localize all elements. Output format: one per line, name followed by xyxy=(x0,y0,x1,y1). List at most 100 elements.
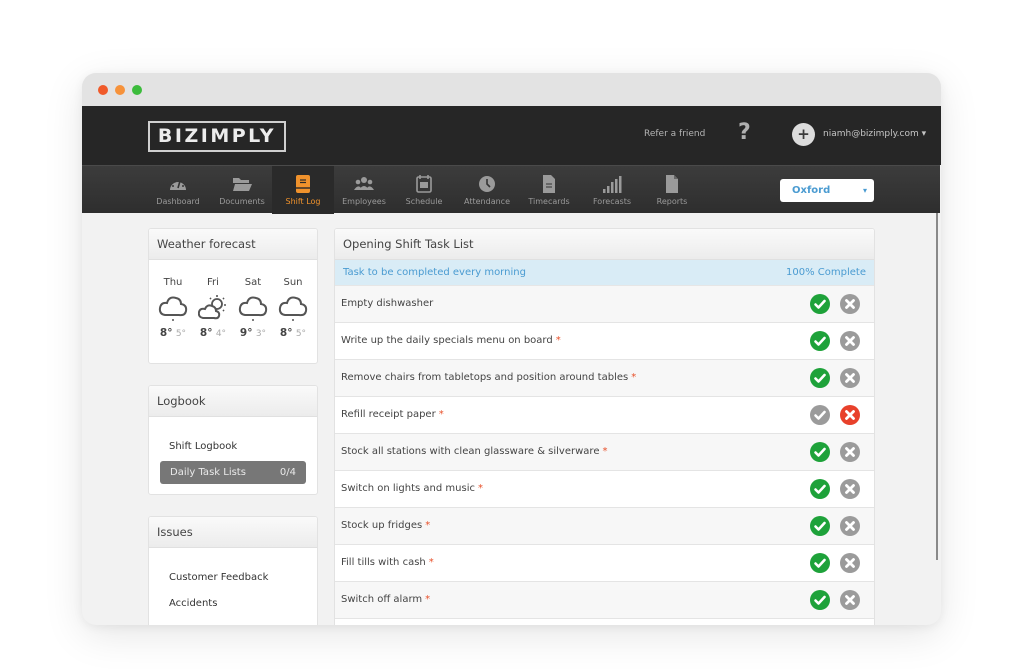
bizimply-logo[interactable]: BIZIMPLY xyxy=(148,121,286,152)
check-circle-icon xyxy=(810,590,830,610)
nav-item-dashboard[interactable]: Dashboard xyxy=(148,166,208,214)
check-circle-icon xyxy=(810,442,830,462)
mark-not-done-button[interactable] xyxy=(840,442,860,462)
task-rows: Empty dishwasher Write up the daily speci… xyxy=(335,286,874,619)
help-icon[interactable]: ? xyxy=(738,120,751,145)
refer-a-friend-link[interactable]: Refer a friend xyxy=(644,129,705,139)
logbook-icon xyxy=(296,175,310,193)
cloud-icon xyxy=(278,296,308,321)
mark-not-done-button[interactable] xyxy=(840,331,860,351)
avatar[interactable]: + xyxy=(792,123,815,146)
mark-not-done-button[interactable] xyxy=(840,590,860,610)
mark-not-done-button[interactable] xyxy=(840,368,860,388)
gauge-icon xyxy=(170,180,186,190)
x-circle-icon xyxy=(840,442,860,462)
required-marker: * xyxy=(477,483,483,494)
daily-task-lists-link[interactable]: Daily Task Lists 0/4 xyxy=(160,461,306,484)
weather-day: Thu 8° 5° xyxy=(154,277,192,339)
mark-done-button[interactable] xyxy=(810,294,830,314)
check-circle-icon xyxy=(810,331,830,351)
location-select[interactable]: Oxford ▾ xyxy=(780,179,874,202)
x-circle-icon xyxy=(840,553,860,573)
task-label: Stock all stations with clean glassware … xyxy=(341,446,600,457)
mark-done-button[interactable] xyxy=(810,516,830,536)
day-name: Sun xyxy=(283,277,303,288)
check-circle-icon xyxy=(810,294,830,314)
nav-item-documents[interactable]: Documents xyxy=(212,166,272,214)
location-value: Oxford xyxy=(792,185,831,196)
task-row: Refill receipt paper * xyxy=(335,397,874,434)
task-label: Stock up fridges xyxy=(341,520,423,531)
maximize-window-button[interactable] xyxy=(132,85,142,95)
task-row: Switch on lights and music * xyxy=(335,471,874,508)
mark-done-button[interactable] xyxy=(810,553,830,573)
task-list-panel: Opening Shift Task List Task to be compl… xyxy=(334,228,875,625)
task-row: Write up the daily specials menu on boar… xyxy=(335,323,874,360)
user-menu[interactable]: niamh@bizimply.com ▾ xyxy=(823,129,926,139)
daily-task-lists-label: Daily Task Lists xyxy=(170,467,246,478)
shift-logbook-link[interactable]: Shift Logbook xyxy=(169,441,237,452)
check-circle-icon xyxy=(810,553,830,573)
minimize-window-button[interactable] xyxy=(115,85,125,95)
scrollbar[interactable] xyxy=(936,213,938,560)
task-label: Switch on lights and music xyxy=(341,483,475,494)
task-row: Fill tills with cash * xyxy=(335,545,874,582)
mark-done-button[interactable] xyxy=(810,405,830,425)
nav-item-reports[interactable]: Reports xyxy=(644,166,700,214)
issues-panel: Issues Customer Feedback Accidents xyxy=(148,516,318,625)
weather-day: Sun 8° 5° xyxy=(274,277,312,339)
temp-low: 4° xyxy=(215,329,227,339)
mark-not-done-button[interactable] xyxy=(840,553,860,573)
mark-not-done-button[interactable] xyxy=(840,479,860,499)
check-circle-icon xyxy=(810,516,830,536)
nav-item-forecasts[interactable]: Forecasts xyxy=(582,166,642,214)
mark-not-done-button[interactable] xyxy=(840,516,860,536)
cloud-icon xyxy=(158,296,188,321)
weather-panel: Weather forecast Thu 8° 5° Fri 8° 4° Sat… xyxy=(148,228,318,364)
x-circle-icon xyxy=(840,405,860,425)
mark-not-done-button[interactable] xyxy=(840,405,860,425)
chevron-down-icon: ▾ xyxy=(862,186,867,195)
temp-high: 8° xyxy=(279,327,293,339)
logbook-title: Logbook xyxy=(149,386,317,417)
nav-item-employees[interactable]: Employees xyxy=(334,166,394,214)
mark-done-button[interactable] xyxy=(810,590,830,610)
task-row: Remove chairs from tabletops and positio… xyxy=(335,360,874,397)
task-label: Fill tills with cash xyxy=(341,557,426,568)
task-row: Switch off alarm * xyxy=(335,582,874,619)
nav-label: Documents xyxy=(219,197,265,206)
completion-status: 100% Complete xyxy=(786,267,866,278)
task-label: Empty dishwasher xyxy=(341,298,434,309)
check-circle-icon xyxy=(810,405,830,425)
task-row: Empty dishwasher xyxy=(335,286,874,323)
document-icon xyxy=(666,175,678,193)
temp-high: 8° xyxy=(199,327,213,339)
window-titlebar xyxy=(82,73,941,106)
clock-icon xyxy=(479,176,495,192)
mark-done-button[interactable] xyxy=(810,368,830,388)
task-label: Remove chairs from tabletops and positio… xyxy=(341,372,629,383)
task-label: Write up the daily specials menu on boar… xyxy=(341,335,553,346)
check-circle-icon xyxy=(810,368,830,388)
close-window-button[interactable] xyxy=(98,85,108,95)
nav-item-attendance[interactable]: Attendance xyxy=(456,166,518,214)
mark-done-button[interactable] xyxy=(810,331,830,351)
nav-item-shift-log[interactable]: Shift Log xyxy=(272,166,334,214)
customer-feedback-link[interactable]: Customer Feedback xyxy=(169,572,268,583)
mark-not-done-button[interactable] xyxy=(840,294,860,314)
weather-day: Fri 8° 4° xyxy=(194,277,232,339)
required-marker: * xyxy=(438,409,444,420)
browser-window: BIZIMPLY Refer a friend ? + niamh@bizimp… xyxy=(82,73,941,625)
mark-done-button[interactable] xyxy=(810,479,830,499)
nav-label: Attendance xyxy=(464,197,510,206)
weather-title: Weather forecast xyxy=(149,229,317,260)
x-circle-icon xyxy=(840,590,860,610)
task-list-banner: Task to be completed every morning 100% … xyxy=(335,260,874,286)
nav-item-timecards[interactable]: Timecards xyxy=(520,166,578,214)
accidents-link[interactable]: Accidents xyxy=(169,598,217,609)
day-name: Fri xyxy=(207,277,219,288)
nav-item-schedule[interactable]: Schedule xyxy=(396,166,452,214)
required-marker: * xyxy=(425,520,431,531)
mark-done-button[interactable] xyxy=(810,442,830,462)
nav-label: Forecasts xyxy=(592,197,632,206)
